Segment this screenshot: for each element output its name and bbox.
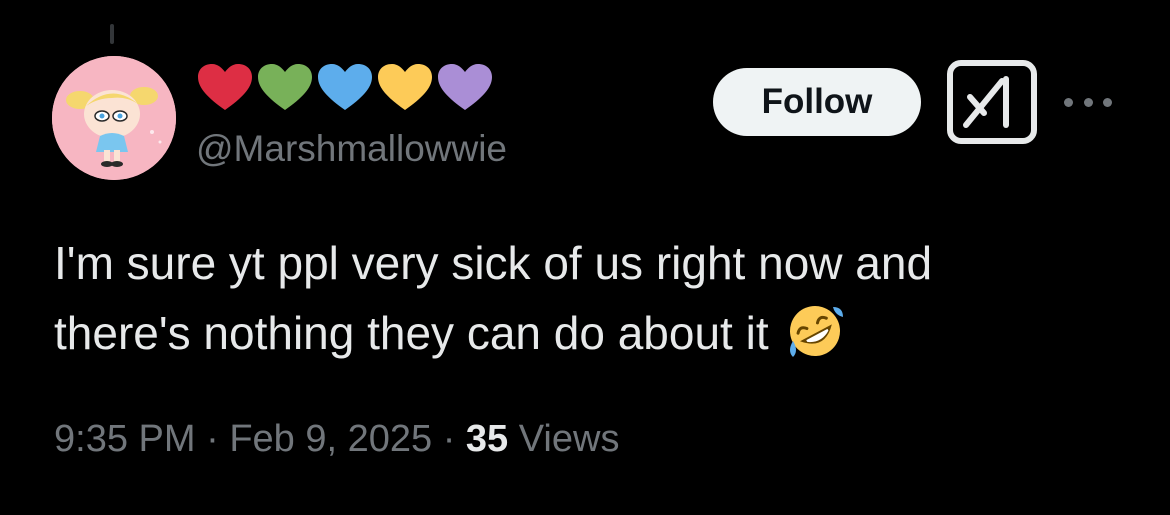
tweet-text-line-2: there's nothing they can do about it [54, 307, 769, 359]
meta-separator: · [432, 418, 466, 460]
views-count[interactable]: 35 [466, 418, 508, 460]
grok-icon[interactable] [947, 60, 1037, 144]
avatar-image [52, 56, 176, 180]
tweet-text-line: I'm sure yt ppl very sick of us right no… [54, 228, 1134, 298]
more-dot [1064, 97, 1073, 107]
tweet-text-line-1: I'm sure yt ppl very sick of us right no… [54, 237, 933, 289]
views-label[interactable]: Views [519, 418, 620, 460]
author-handle[interactable]: @Marshmallowwie [196, 128, 507, 170]
tweet-time[interactable]: 9:35 PM [54, 418, 196, 460]
more-dot [1103, 97, 1112, 107]
meta-separator: · [195, 418, 230, 460]
tweet-text: I'm sure yt ppl very sick of us right no… [54, 228, 1134, 368]
green-heart-icon [258, 64, 312, 110]
tweet-text-line: there's nothing they can do about it [54, 298, 1134, 368]
more-icon[interactable] [1064, 92, 1112, 112]
more-dot [1083, 97, 1093, 107]
thread-connector-line [110, 24, 114, 44]
blue-heart-icon [318, 64, 372, 110]
tweet-meta: 9:35 PM · Feb 9, 2025 · 35 Views [54, 418, 619, 461]
follow-button[interactable]: Follow [713, 68, 921, 136]
red-heart-icon [198, 64, 252, 110]
tweet-date[interactable]: Feb 9, 2025 [229, 418, 432, 460]
display-name[interactable] [196, 62, 494, 112]
purple-heart-icon [438, 64, 492, 110]
avatar[interactable] [52, 56, 176, 180]
yellow-heart-icon [378, 64, 432, 110]
rolling-on-floor-laughing-emoji [785, 301, 845, 361]
